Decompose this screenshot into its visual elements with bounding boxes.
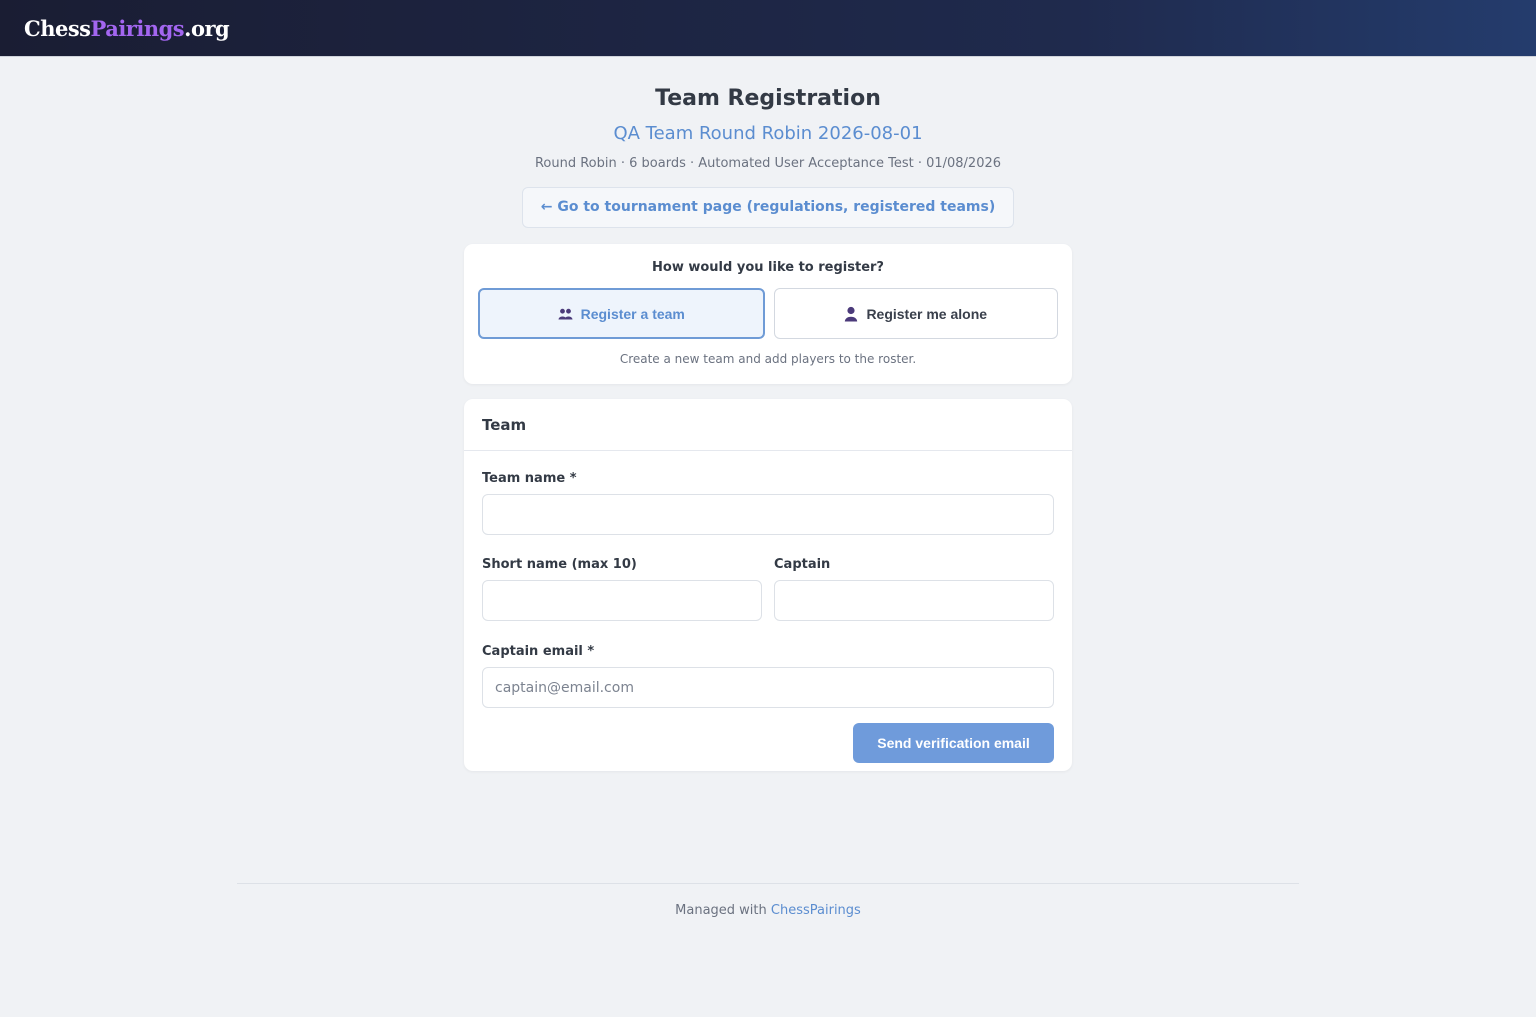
brand-part-chess: Chess: [24, 15, 91, 41]
tournament-page-link[interactable]: ← Go to tournament page (regulations, re…: [521, 187, 1015, 228]
brand-part-org: .org: [184, 15, 230, 41]
top-navbar: ChessPairings.org: [0, 0, 1536, 57]
tournament-name: QA Team Round Robin 2026-08-01: [613, 123, 923, 144]
team-name-label: Team name *: [482, 471, 577, 486]
team-form-card: Team Team name * Short name (max 10) Cap…: [464, 399, 1072, 771]
registration-mode-options: Register a team Register me alone: [478, 288, 1058, 339]
short-name-input[interactable]: [482, 580, 762, 621]
register-alone-button[interactable]: Register me alone: [773, 288, 1058, 339]
short-name-field-group: Short name (max 10): [482, 557, 762, 621]
brand-part-pairings: Pairings: [90, 15, 185, 41]
short-name-label: Short name (max 10): [482, 557, 637, 572]
captain-label: Captain: [774, 557, 831, 572]
registration-mode-question: How would you like to register?: [652, 260, 884, 275]
brand-logo[interactable]: ChessPairings.org: [24, 15, 230, 41]
footer-chesspairings-link[interactable]: ChessPairings: [771, 903, 861, 918]
team-name-input[interactable]: [482, 494, 1054, 535]
tournament-meta: Round Robin · 6 boards · Automated User …: [534, 156, 1002, 171]
main-content: Team Registration QA Team Round Robin 20…: [464, 86, 1072, 771]
captain-input[interactable]: [774, 580, 1054, 621]
register-alone-label: Register me alone: [866, 305, 988, 322]
registration-mode-card: How would you like to register? Register…: [464, 244, 1072, 384]
register-team-button[interactable]: Register a team: [478, 288, 765, 339]
page-title: Team Registration: [655, 86, 881, 111]
captain-email-field-group: Captain email *: [482, 644, 1054, 708]
team-form: Team name * Short name (max 10) Captain …: [464, 451, 1072, 763]
user-icon: [844, 306, 858, 322]
captain-email-input[interactable]: [482, 667, 1054, 708]
page-footer: Managed with ChessPairings: [237, 883, 1299, 918]
send-verification-email-button[interactable]: Send verification email: [853, 723, 1054, 763]
team-section-title: Team: [464, 399, 1072, 451]
form-actions: Send verification email: [482, 723, 1054, 763]
registration-mode-hint: Create a new team and add players to the…: [619, 352, 917, 366]
register-team-label: Register a team: [580, 305, 685, 322]
captain-field-group: Captain: [774, 557, 1054, 621]
captain-email-label: Captain email *: [482, 644, 595, 659]
team-name-field-group: Team name *: [482, 471, 1054, 535]
users-icon: [558, 308, 573, 320]
footer-text: Managed with: [675, 903, 767, 918]
short-name-captain-row: Short name (max 10) Captain: [482, 557, 1054, 644]
